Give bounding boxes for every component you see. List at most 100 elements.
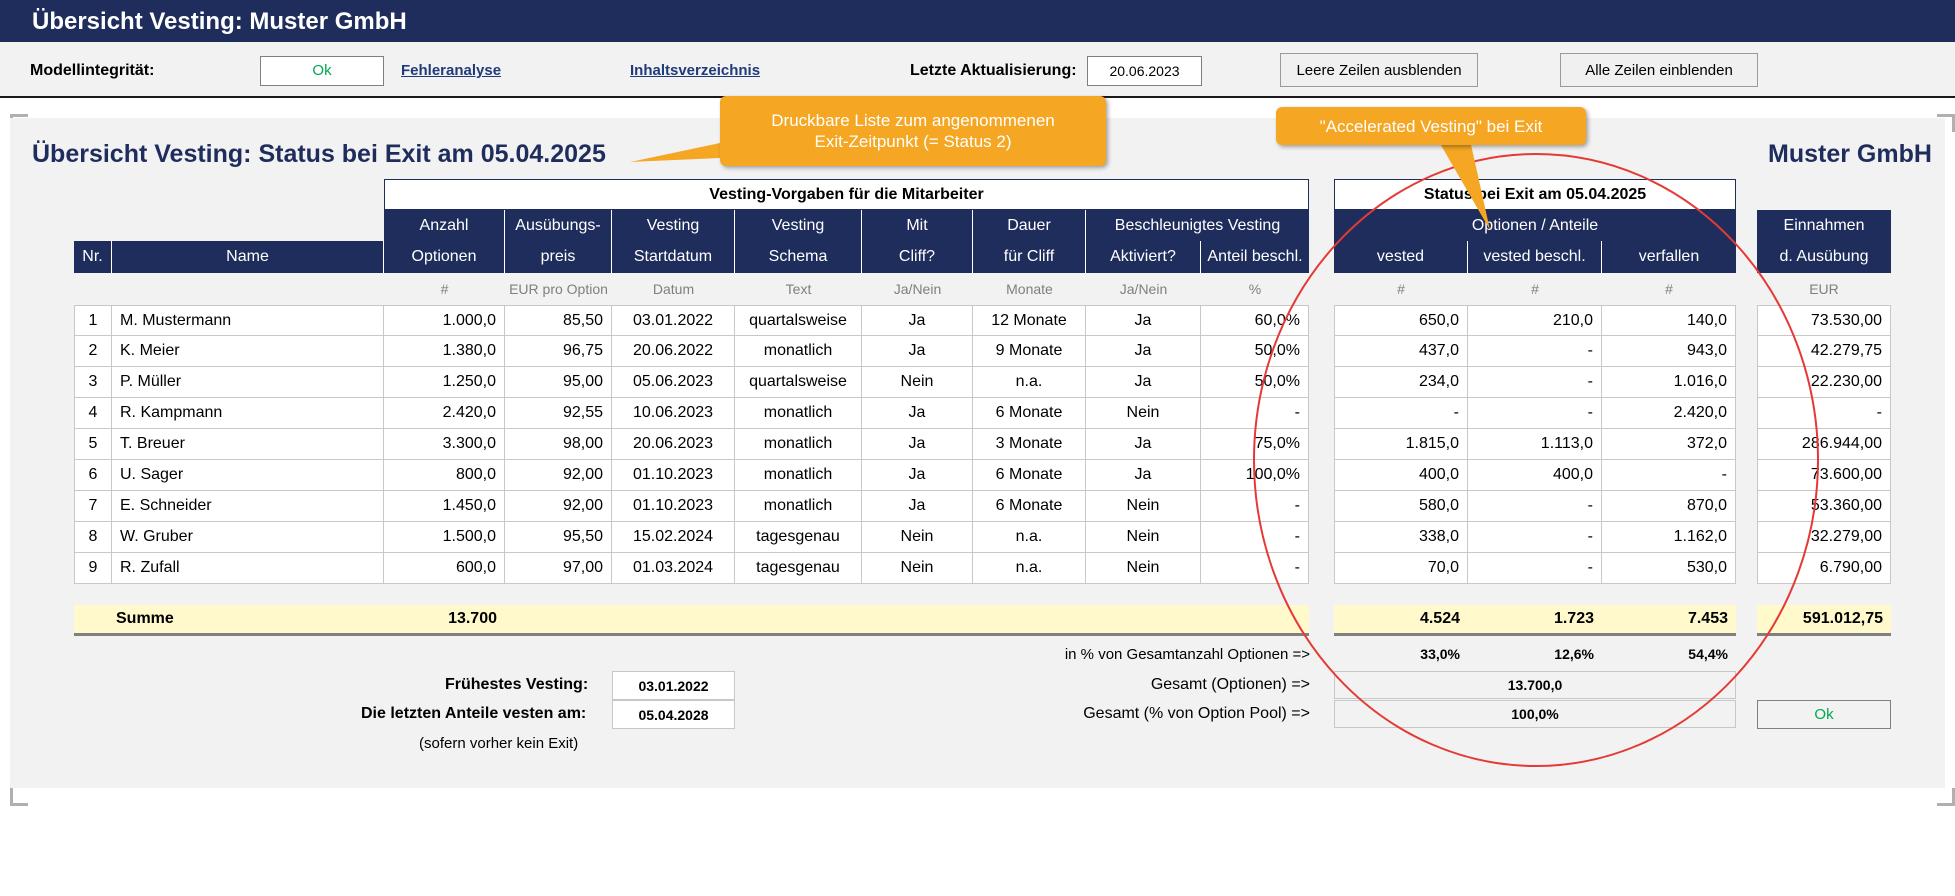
hide-empty-rows-button[interactable]: Leere Zeilen ausblenden xyxy=(1280,53,1478,87)
cell-vested: 580,0 xyxy=(1334,491,1468,522)
unit-anteil: % xyxy=(1248,281,1262,297)
cell-dauer: 12 Monate xyxy=(973,305,1086,336)
cell-vested: - xyxy=(1334,398,1468,429)
cell-anzahl: 1.250,0 xyxy=(384,367,505,398)
window-title: Übersicht Vesting: Muster GmbH xyxy=(32,8,407,35)
contents-link[interactable]: Inhaltsverzeichnis xyxy=(630,62,760,79)
cell-einnahmen: 286.944,00 xyxy=(1757,429,1891,460)
cell-start: 01.03.2024 xyxy=(612,553,735,584)
unit-verfallen: # xyxy=(1665,281,1673,297)
print-area-corner xyxy=(1937,788,1955,806)
cell-anteil: - xyxy=(1201,553,1309,584)
cell-vested-beschl: - xyxy=(1468,553,1602,584)
cell-aktiviert: Nein xyxy=(1086,491,1201,522)
cell-name: E. Schneider xyxy=(112,491,384,522)
cell-anzahl: 1.380,0 xyxy=(384,336,505,367)
unit-einnahmen: EUR xyxy=(1809,281,1839,297)
header-anteil: Anteil beschl. xyxy=(1201,241,1309,273)
cell-start: 20.06.2022 xyxy=(612,336,735,367)
header-schema-2: Schema xyxy=(735,241,862,273)
gesamt-pool-value: 100,0% xyxy=(1334,700,1736,728)
header-einnahmen-1: Einnahmen xyxy=(1757,210,1891,241)
cell-schema: quartalsweise xyxy=(735,367,862,398)
cell-name: R. Kampmann xyxy=(112,398,384,429)
cell-vested-beschl: - xyxy=(1468,522,1602,553)
gesamt-optionen-value: 13.700,0 xyxy=(1334,671,1736,699)
cell-anzahl: 800,0 xyxy=(384,460,505,491)
header-dauer-2: für Cliff xyxy=(973,241,1086,273)
cell-dauer: 6 Monate xyxy=(973,460,1086,491)
cell-schema: monatlich xyxy=(735,460,862,491)
header-dauer-1: Dauer xyxy=(973,210,1086,241)
sum-divider xyxy=(74,633,1309,636)
cell-verfallen: 372,0 xyxy=(1602,429,1736,460)
cell-einnahmen: 22.230,00 xyxy=(1757,367,1891,398)
cell-vested-beschl: 400,0 xyxy=(1468,460,1602,491)
sum-verfallen: 7.453 xyxy=(1602,605,1736,633)
cell-nr: 3 xyxy=(74,367,112,398)
cell-vested-beschl: 210,0 xyxy=(1468,305,1602,336)
cell-nr: 9 xyxy=(74,553,112,584)
cell-verfallen: 530,0 xyxy=(1602,553,1736,584)
cell-anteil: 50,0% xyxy=(1201,367,1309,398)
print-area-corner xyxy=(10,788,28,806)
cell-anteil: 100,0% xyxy=(1201,460,1309,491)
cell-aktiviert: Nein xyxy=(1086,553,1201,584)
unit-schema: Text xyxy=(785,281,812,297)
header-einnahmen-2: d. Ausübung xyxy=(1757,241,1891,273)
cell-preis: 97,00 xyxy=(505,553,612,584)
percent-label: in % von Gesamtanzahl Optionen => xyxy=(1064,645,1310,663)
cell-start: 10.06.2023 xyxy=(612,398,735,429)
header-cliff-1: Mit xyxy=(862,210,973,241)
header-start-2: Startdatum xyxy=(612,241,735,273)
cell-dauer: n.a. xyxy=(973,367,1086,398)
toolbar: Modellintegrität: Ok Fehleranalyse Inhal… xyxy=(0,42,1955,98)
cell-preis: 92,00 xyxy=(505,460,612,491)
cell-verfallen: 1.016,0 xyxy=(1602,367,1736,398)
cell-start: 05.06.2023 xyxy=(612,367,735,398)
cell-cliff: Ja xyxy=(862,460,973,491)
cell-verfallen: 943,0 xyxy=(1602,336,1736,367)
last-update-label: Letzte Aktualisierung: xyxy=(910,62,1077,79)
cell-verfallen: 870,0 xyxy=(1602,491,1736,522)
cell-aktiviert: Ja xyxy=(1086,336,1201,367)
check-status: Ok xyxy=(1757,700,1891,729)
header-anzahl-2: Optionen xyxy=(384,241,505,273)
unit-dauer: Monate xyxy=(1006,281,1053,297)
percent-verfallen: 54,4% xyxy=(1688,646,1728,662)
cell-anzahl: 1.500,0 xyxy=(384,522,505,553)
show-all-rows-button[interactable]: Alle Zeilen einblenden xyxy=(1560,53,1758,87)
cell-nr: 5 xyxy=(74,429,112,460)
error-analysis-link[interactable]: Fehleranalyse xyxy=(401,62,501,79)
percent-vested-beschl: 12,6% xyxy=(1554,646,1594,662)
cell-start: 01.10.2023 xyxy=(612,491,735,522)
cell-anzahl: 3.300,0 xyxy=(384,429,505,460)
sum-einnahmen: 591.012,75 xyxy=(1757,605,1891,633)
cell-vested-beschl: - xyxy=(1468,398,1602,429)
letzte-anteile-label: Die letzten Anteile vesten am: xyxy=(361,705,587,722)
header-beschleunigtes-vesting: Beschleunigtes Vesting xyxy=(1086,210,1309,241)
cell-nr: 7 xyxy=(74,491,112,522)
cell-einnahmen: 73.600,00 xyxy=(1757,460,1891,491)
cell-aktiviert: Nein xyxy=(1086,522,1201,553)
sum-row-label: Summe xyxy=(74,605,1309,633)
cell-anzahl: 2.420,0 xyxy=(384,398,505,429)
cell-name: T. Breuer xyxy=(112,429,384,460)
cell-schema: monatlich xyxy=(735,398,862,429)
callout-line: Exit-Zeitpunkt (= Status 2) xyxy=(814,132,1012,151)
cell-cliff: Ja xyxy=(862,398,973,429)
header-name: Name xyxy=(112,241,384,273)
cell-cliff: Ja xyxy=(862,429,973,460)
cell-dauer: 9 Monate xyxy=(973,336,1086,367)
unit-preis: EUR pro Option xyxy=(509,281,608,297)
header-verfallen: verfallen xyxy=(1602,241,1736,273)
cell-anteil: - xyxy=(1201,491,1309,522)
header-schema-1: Vesting xyxy=(735,210,862,241)
cell-anzahl: 1.450,0 xyxy=(384,491,505,522)
cell-verfallen: - xyxy=(1602,460,1736,491)
company-name: Muster GmbH xyxy=(1768,140,1932,168)
cell-nr: 1 xyxy=(74,305,112,336)
sum-vested: 4.524 xyxy=(1334,605,1468,633)
cell-vested: 70,0 xyxy=(1334,553,1468,584)
cell-verfallen: 1.162,0 xyxy=(1602,522,1736,553)
